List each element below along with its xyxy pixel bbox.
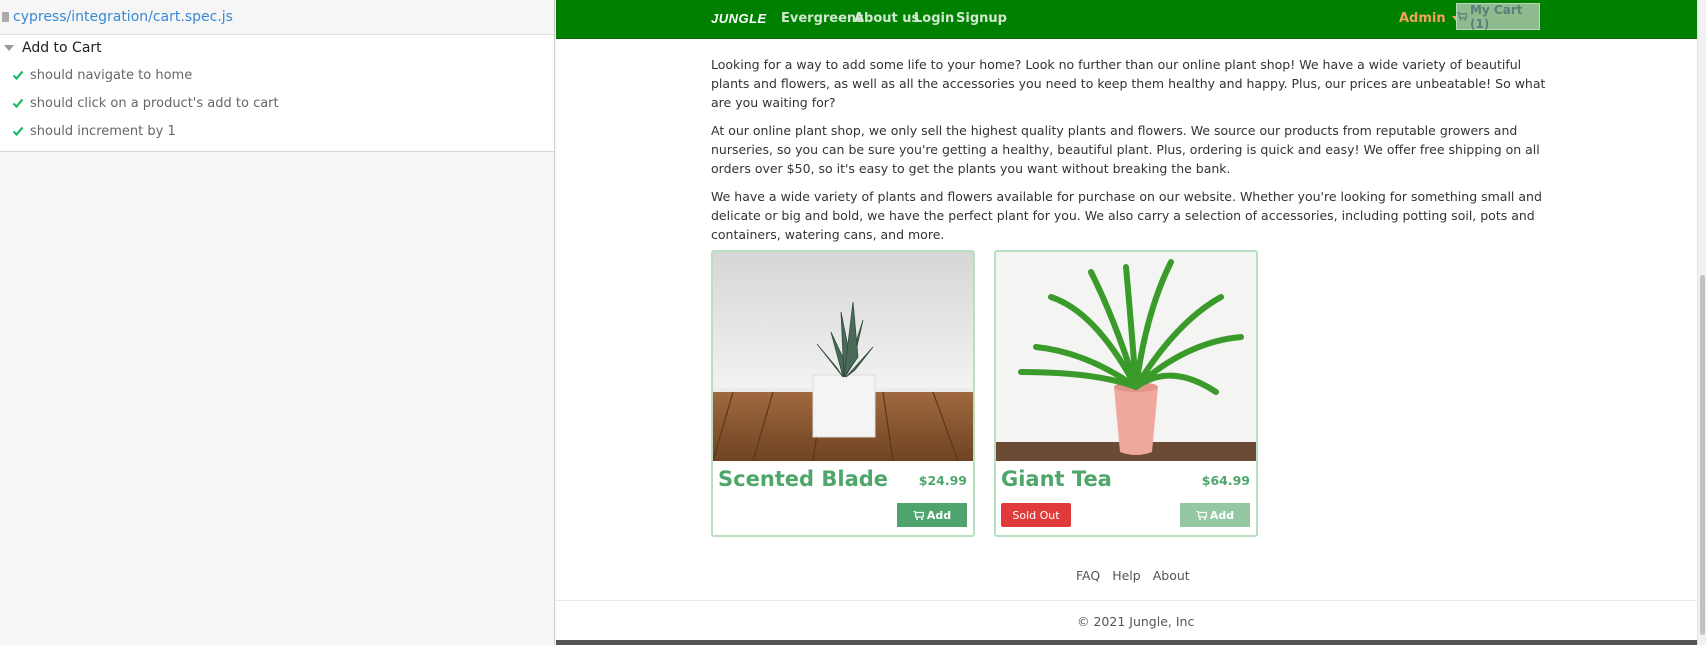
copyright: © 2021 Jungle, Inc bbox=[1077, 614, 1195, 629]
test-label: should navigate to home bbox=[30, 67, 193, 83]
product-name: Giant Tea bbox=[1001, 467, 1112, 491]
intro-section: Looking for a way to add some life to yo… bbox=[711, 55, 1547, 253]
cart-icon bbox=[1457, 12, 1467, 21]
add-label: Add bbox=[926, 508, 952, 522]
intro-paragraph: At our online plant shop, we only sell t… bbox=[711, 123, 1540, 176]
footer-divider bbox=[556, 600, 1699, 601]
intro-paragraph: Looking for a way to add some life to yo… bbox=[711, 57, 1546, 110]
product-name: Scented Blade bbox=[718, 467, 889, 491]
nav-link-evergreens[interactable]: Evergreens bbox=[781, 11, 864, 26]
test-item[interactable]: should increment by 1 bbox=[0, 117, 554, 145]
product-image bbox=[996, 252, 1256, 461]
test-label: should click on a product's add to cart bbox=[30, 95, 279, 111]
spec-file-link[interactable]: cypress/integration/cart.spec.js bbox=[13, 9, 233, 25]
scrollbar[interactable] bbox=[1697, 0, 1706, 645]
suite-title: Add to Cart bbox=[22, 40, 102, 56]
suite-header[interactable]: Add to Cart bbox=[0, 35, 554, 61]
admin-label: Admin bbox=[1399, 11, 1446, 26]
add-to-cart-button[interactable]: Add bbox=[1180, 503, 1250, 527]
footer-link-about[interactable]: About bbox=[1153, 568, 1190, 583]
scrollbar-thumb[interactable] bbox=[1700, 275, 1705, 635]
add-label: Add bbox=[1209, 508, 1235, 522]
product-price: $24.99 bbox=[918, 473, 967, 488]
footer-link-faq[interactable]: FAQ bbox=[1076, 568, 1100, 583]
spec-header: cypress/integration/cart.spec.js bbox=[0, 0, 554, 35]
file-icon bbox=[2, 12, 9, 22]
caret-down-icon bbox=[4, 45, 14, 51]
footer-links: FAQ Help About bbox=[1076, 568, 1190, 583]
test-label: should increment by 1 bbox=[30, 123, 176, 139]
navbar: JUNGLE Evergreens About us Login Signup … bbox=[556, 0, 1699, 39]
test-item[interactable]: should navigate to home bbox=[0, 61, 554, 89]
bottom-strip bbox=[556, 640, 1697, 645]
cypress-reporter: cypress/integration/cart.spec.js Add to … bbox=[0, 0, 555, 645]
intro-paragraph: We have a wide variety of plants and flo… bbox=[711, 189, 1542, 242]
my-cart-button[interactable]: My Cart (1) bbox=[1456, 2, 1540, 31]
check-icon bbox=[12, 126, 24, 137]
brand-logo[interactable]: JUNGLE bbox=[711, 11, 767, 26]
nav-link-signup[interactable]: Signup bbox=[956, 11, 1007, 26]
nav-link-login[interactable]: Login bbox=[914, 11, 954, 26]
footer-link-help[interactable]: Help bbox=[1112, 568, 1141, 583]
app-frame: JUNGLE Evergreens About us Login Signup … bbox=[556, 0, 1699, 640]
cart-label: My Cart (1) bbox=[1469, 2, 1523, 31]
nav-link-about-us[interactable]: About us bbox=[854, 11, 919, 26]
cart-icon bbox=[912, 510, 924, 520]
product-card: Giant Tea $64.99 Sold Out Add bbox=[994, 250, 1258, 537]
check-icon bbox=[12, 98, 24, 109]
add-to-cart-button[interactable]: Add bbox=[897, 503, 967, 527]
check-icon bbox=[12, 70, 24, 81]
product-price: $64.99 bbox=[1201, 473, 1250, 488]
product-card: Scented Blade $24.99 Add bbox=[711, 250, 975, 537]
test-item[interactable]: should click on a product's add to cart bbox=[0, 89, 554, 117]
sold-out-badge: Sold Out bbox=[1001, 503, 1071, 527]
test-suite: Add to Cart should navigate to home shou… bbox=[0, 35, 554, 152]
cart-icon bbox=[1195, 510, 1207, 520]
product-image bbox=[713, 252, 973, 461]
admin-dropdown[interactable]: Admin bbox=[1399, 11, 1460, 26]
